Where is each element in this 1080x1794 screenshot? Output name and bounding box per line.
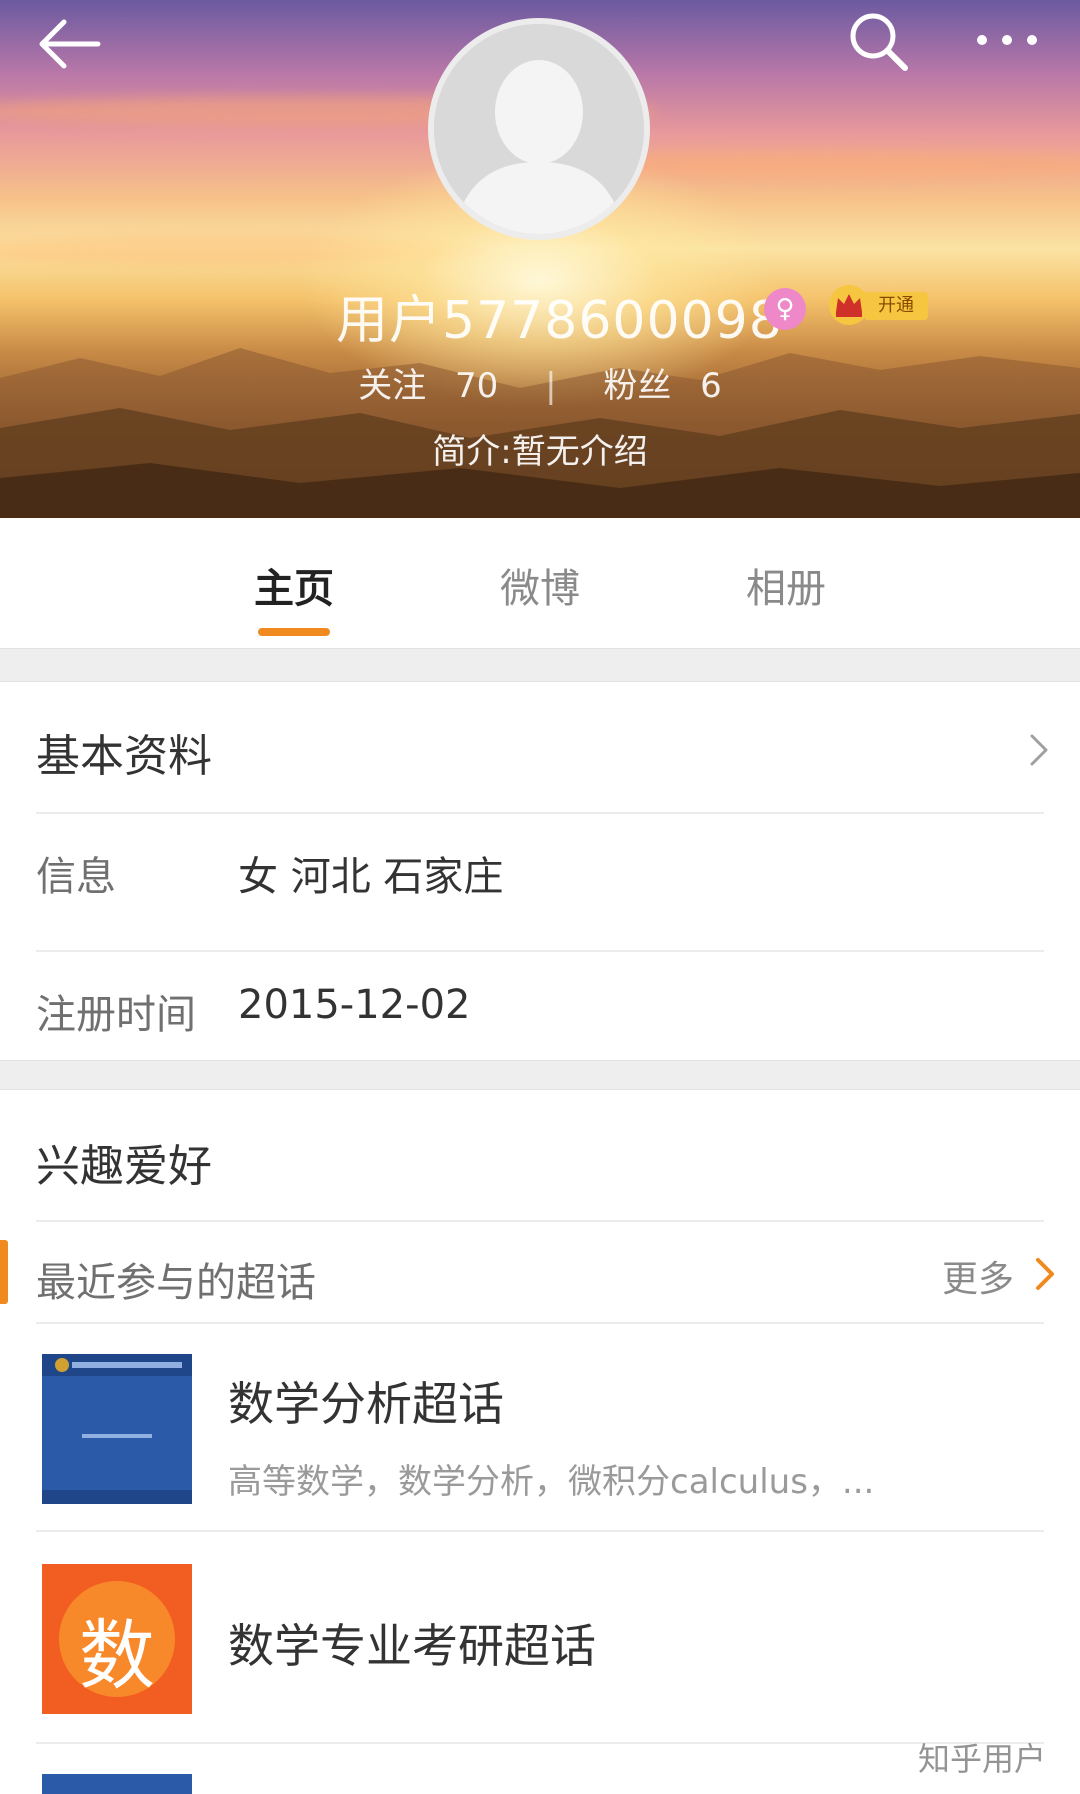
following-count: 70 [455, 366, 499, 406]
vip-badge[interactable]: 开通 [828, 284, 930, 326]
avatar[interactable] [428, 18, 650, 240]
register-time-value: 2015-12-02 [238, 982, 471, 1028]
stats-separator: | [545, 366, 557, 406]
vip-open-label: 开通 [864, 292, 928, 320]
more-link[interactable]: 更多 [942, 1250, 1014, 1302]
default-user-icon [434, 24, 644, 234]
topic-cover-partial[interactable] [42, 1774, 192, 1794]
divider [36, 950, 1044, 952]
divider [36, 1530, 1044, 1532]
back-arrow-icon[interactable] [34, 16, 104, 72]
basic-info-card: 基本资料 信息 女 河北 石家庄 注册时间 2015-12-02 [0, 682, 1080, 1060]
register-time-label: 注册时间 [36, 992, 196, 1038]
female-gender-icon: ♀ [764, 288, 806, 330]
profile-tabs: 主页 微博 相册 [0, 518, 1080, 648]
basic-info-title[interactable]: 基本资料 [36, 720, 212, 784]
topic-cover-character: 数 [79, 1611, 155, 1700]
chevron-right-icon[interactable] [1024, 730, 1054, 770]
following-stat[interactable]: 关注 70 [358, 358, 498, 407]
search-icon[interactable] [845, 8, 911, 74]
follow-stats: 关注 70 | 粉丝 6 [0, 358, 1080, 408]
section-gap [0, 648, 1080, 682]
topic-title[interactable]: 数学专业考研超话 [228, 1610, 596, 1676]
divider [36, 1220, 1044, 1222]
chevron-right-accent-icon[interactable] [1030, 1254, 1060, 1294]
divider [36, 1742, 1044, 1744]
more-label: 更多 [942, 1259, 1015, 1300]
divider [36, 1322, 1044, 1324]
recent-supertopics-label: 最近参与的超话 [36, 1260, 316, 1306]
interests-title: 兴趣爱好 [36, 1141, 212, 1192]
info-label: 信息 [36, 854, 116, 900]
topic-cover-math-exam[interactable]: 数 [42, 1564, 192, 1714]
tab-weibo[interactable]: 微博 [470, 556, 610, 616]
topic-cover-math-analysis[interactable] [42, 1354, 192, 1504]
profile-cover: 用户5778600098 ♀ 开通 关注 70 | 粉丝 6 简介:暂无介绍 [0, 0, 1080, 518]
math-book-cover-icon [42, 1354, 192, 1504]
topic-description: 高等数学，数学分析，微积分calculus，... [228, 1462, 875, 1502]
interests-card: 兴趣爱好 最近参与的超话 数学分析超话 高等数学，数学分析，微积分calculu… [0, 1090, 1080, 1794]
followers-stat[interactable]: 粉丝 6 [603, 358, 721, 407]
followers-count: 6 [700, 366, 722, 406]
section-gap [0, 1060, 1080, 1090]
info-value: 女 河北 石家庄 [238, 854, 504, 900]
divider [36, 812, 1044, 814]
more-options-icon[interactable] [972, 20, 1042, 60]
tab-album[interactable]: 相册 [716, 556, 856, 616]
following-label: 关注 [358, 366, 427, 406]
followers-label: 粉丝 [603, 366, 672, 406]
active-tab-indicator [258, 628, 330, 636]
topic-title[interactable]: 数学分析超话 [228, 1368, 504, 1434]
section-accent-bar [0, 1240, 8, 1304]
bio-text: 简介:暂无介绍 [432, 432, 648, 472]
username: 用户5778600098 [336, 291, 783, 351]
watermark-text: 知乎用户 [918, 1740, 1047, 1778]
tab-home[interactable]: 主页 [224, 556, 364, 616]
